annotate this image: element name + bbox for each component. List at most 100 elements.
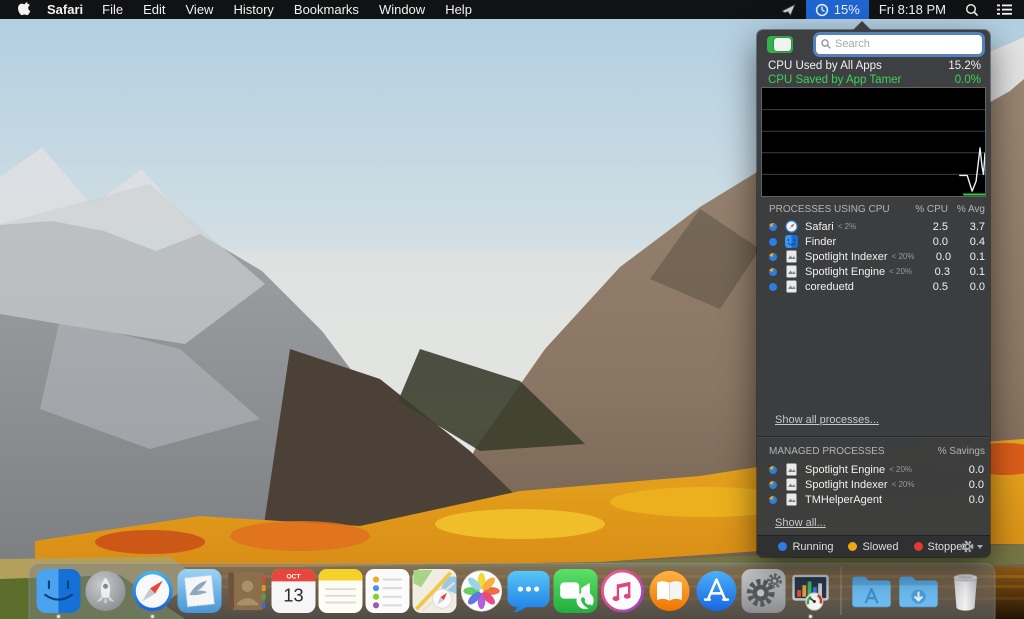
dock-icon-safari[interactable] bbox=[131, 569, 175, 613]
process-row-safari[interactable]: Safari < 2% 2.5 3.7 bbox=[757, 219, 990, 234]
process-name: Safari bbox=[805, 221, 834, 233]
process-icon bbox=[785, 478, 798, 491]
managed-row-tmhelperagent[interactable]: TMHelperAgent 0.0 bbox=[757, 492, 990, 507]
dock-icon-app-tamer[interactable] bbox=[789, 569, 833, 613]
process-icon bbox=[785, 493, 798, 506]
status-dot[interactable] bbox=[769, 496, 777, 504]
show-all-processes-link[interactable]: Show all processes... bbox=[775, 414, 879, 426]
process-cpu: 0.0 bbox=[908, 236, 948, 248]
process-list: Safari < 2% 2.5 3.7 Finder 0.0 0.4 bbox=[757, 219, 990, 294]
apple-menu[interactable] bbox=[0, 2, 47, 17]
process-row-spotlight-engine[interactable]: Spotlight Engine < 20% 0.3 0.1 bbox=[757, 264, 990, 279]
managed-list: Spotlight Engine < 20% 0.0 Spotlight Ind… bbox=[757, 462, 990, 507]
process-limit: < 2% bbox=[838, 222, 856, 231]
running-indicator bbox=[809, 615, 812, 618]
notification-center-menu-extra[interactable] bbox=[988, 0, 1024, 19]
process-name: Spotlight Engine bbox=[805, 266, 885, 278]
safari-icon bbox=[785, 220, 798, 233]
process-cpu: 2.5 bbox=[908, 221, 948, 233]
cpu-percent-label: 15% bbox=[834, 2, 860, 17]
spotlight-menu-extra[interactable] bbox=[956, 0, 988, 19]
paper-plane-menu-extra[interactable] bbox=[772, 0, 806, 19]
legend-slowed: Slowed bbox=[848, 541, 898, 553]
cpu-used-line bbox=[959, 148, 985, 191]
menu-clock[interactable]: Fri 8:18 PM bbox=[869, 2, 956, 17]
cpu-history-graph bbox=[761, 87, 986, 197]
svg-text:OCT: OCT bbox=[286, 573, 301, 580]
col-avg-header[interactable]: % Avg bbox=[948, 204, 985, 215]
power-toggle[interactable]: ON bbox=[767, 36, 793, 53]
cpu-used-stat: CPU Used by All Apps 15.2% bbox=[768, 60, 981, 73]
app-tamer-menu-extra[interactable]: 15% bbox=[806, 0, 869, 19]
process-limit: < 20% bbox=[889, 267, 912, 276]
status-dot[interactable] bbox=[769, 481, 777, 489]
dock-icon-downloads-folder[interactable] bbox=[897, 569, 941, 613]
dock-icon-mail[interactable] bbox=[178, 569, 222, 613]
status-dot[interactable] bbox=[769, 223, 777, 231]
dock-icon-itunes[interactable] bbox=[601, 569, 645, 613]
menu-help[interactable]: Help bbox=[435, 2, 482, 17]
col-savings-header[interactable]: % Savings bbox=[938, 446, 985, 457]
search-input[interactable] bbox=[835, 38, 977, 50]
dock-icon-reminders[interactable] bbox=[366, 569, 410, 613]
settings-menu-button[interactable] bbox=[960, 539, 983, 554]
running-indicator bbox=[151, 615, 154, 618]
app-menu-title[interactable]: Safari bbox=[47, 2, 92, 17]
status-dot[interactable] bbox=[769, 253, 777, 261]
dock-icon-facetime[interactable] bbox=[554, 569, 598, 613]
process-row-spotlight-indexer[interactable]: Spotlight Indexer < 20% 0.0 0.1 bbox=[757, 249, 990, 264]
process-avg: 0.0 bbox=[948, 281, 985, 293]
dock-divider bbox=[841, 567, 842, 615]
dock-icon-messages[interactable] bbox=[507, 569, 551, 613]
process-limit: < 20% bbox=[889, 465, 912, 474]
show-all-managed-link[interactable]: Show all... bbox=[775, 517, 826, 529]
menu-file[interactable]: File bbox=[92, 2, 133, 17]
dock-icon-contacts[interactable] bbox=[225, 569, 269, 613]
slowed-dot-icon bbox=[848, 542, 857, 551]
process-name: Spotlight Indexer bbox=[805, 251, 888, 263]
process-savings: 0.0 bbox=[944, 479, 984, 491]
dock-icon-calendar[interactable]: OCT 13 bbox=[272, 569, 316, 613]
process-cpu: 0.0 bbox=[914, 251, 951, 263]
dock-icon-applications-folder[interactable] bbox=[850, 569, 894, 613]
dock-icon-launchpad[interactable] bbox=[84, 569, 128, 613]
desktop: Safari File Edit View History Bookmarks … bbox=[0, 0, 1024, 619]
search-field[interactable] bbox=[816, 35, 982, 54]
apple-icon bbox=[18, 2, 31, 17]
status-dot[interactable] bbox=[769, 466, 777, 474]
col-cpu-header[interactable]: % CPU bbox=[908, 204, 948, 215]
menu-edit[interactable]: Edit bbox=[133, 2, 175, 17]
dock-icon-system-preferences[interactable] bbox=[742, 569, 786, 613]
status-dot[interactable] bbox=[769, 238, 777, 246]
dock-icon-photos[interactable] bbox=[460, 569, 504, 613]
stopped-dot-icon bbox=[914, 542, 923, 551]
process-icon bbox=[785, 265, 798, 278]
process-row-finder[interactable]: Finder 0.0 0.4 bbox=[757, 234, 990, 249]
status-dot[interactable] bbox=[769, 283, 777, 291]
dock-icon-maps[interactable] bbox=[413, 569, 457, 613]
process-row-coreduetd[interactable]: coreduetd 0.5 0.0 bbox=[757, 279, 990, 294]
process-savings: 0.0 bbox=[944, 494, 984, 506]
dock-icon-trash[interactable] bbox=[944, 569, 988, 613]
dock-icon-notes[interactable] bbox=[319, 569, 363, 613]
finder-icon bbox=[785, 235, 798, 248]
power-toggle-knob[interactable] bbox=[774, 38, 791, 51]
menu-window[interactable]: Window bbox=[369, 2, 435, 17]
process-icon bbox=[785, 250, 798, 263]
caret-down-icon bbox=[977, 545, 983, 549]
status-dot[interactable] bbox=[769, 268, 777, 276]
managed-table-header: MANAGED PROCESSES % Savings bbox=[769, 445, 985, 457]
menu-bar: Safari File Edit View History Bookmarks … bbox=[0, 0, 1024, 19]
legend-bar: Running Slowed Stopped bbox=[757, 535, 990, 557]
process-table-header: PROCESSES USING CPU % CPU % Avg bbox=[769, 203, 985, 215]
menu-view[interactable]: View bbox=[176, 2, 224, 17]
dock-icon-finder[interactable] bbox=[37, 569, 81, 613]
cpu-used-value: 15.2% bbox=[948, 60, 981, 73]
menu-bookmarks[interactable]: Bookmarks bbox=[284, 2, 369, 17]
managed-row-spotlight-engine[interactable]: Spotlight Engine < 20% 0.0 bbox=[757, 462, 990, 477]
menu-history[interactable]: History bbox=[223, 2, 283, 17]
managed-row-spotlight-indexer[interactable]: Spotlight Indexer < 20% 0.0 bbox=[757, 477, 990, 492]
dock-icon-ibooks[interactable] bbox=[648, 569, 692, 613]
process-cpu: 0.3 bbox=[912, 266, 950, 278]
dock-icon-app-store[interactable] bbox=[695, 569, 739, 613]
